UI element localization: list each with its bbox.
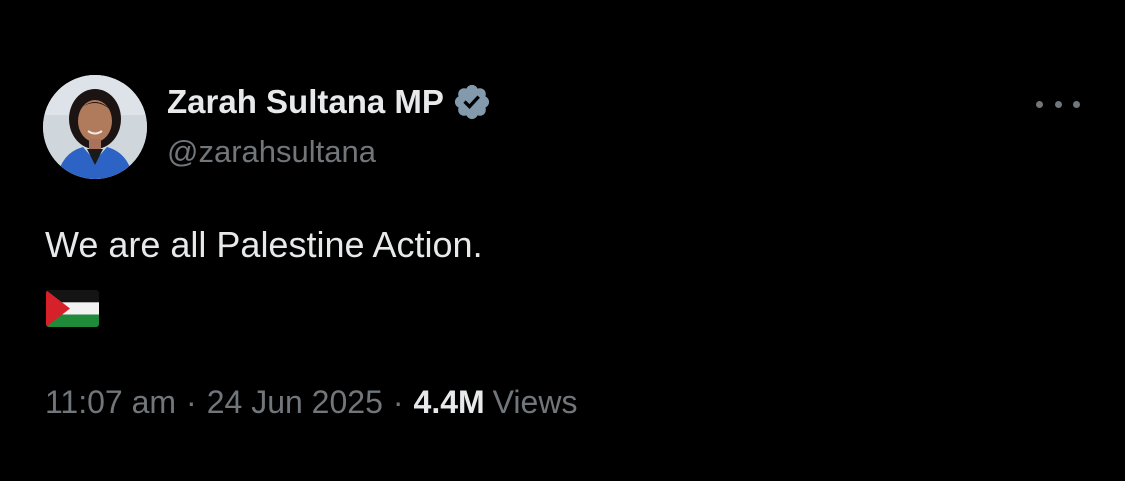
more-options-icon[interactable] (1036, 94, 1080, 114)
more-dot (1073, 100, 1080, 108)
author-name-row: Zarah Sultana MP (167, 80, 492, 124)
avatar-image (43, 75, 147, 179)
verified-badge-icon[interactable] (452, 82, 492, 122)
meta-separator: · (392, 384, 404, 420)
palestine-flag-icon (46, 290, 99, 327)
author-display-name[interactable]: Zarah Sultana MP (167, 83, 444, 121)
author-handle[interactable]: @zarahsultana (167, 134, 492, 170)
tweet-meta: 11:07 am · 24 Jun 2025 · 4.4M Views (45, 384, 577, 421)
tweet-text: We are all Palestine Action. (45, 224, 483, 265)
tweet-time[interactable]: 11:07 am (45, 384, 176, 421)
more-dot (1036, 100, 1043, 108)
author-info: Zarah Sultana MP @zarahsultana (167, 80, 492, 170)
views-count[interactable]: 4.4M (414, 384, 485, 421)
tweet-date[interactable]: 24 Jun 2025 (207, 384, 383, 421)
more-dot (1054, 100, 1062, 108)
views-label: Views (492, 384, 578, 420)
tweet-card: Zarah Sultana MP @zarahsultana We are al… (0, 0, 1125, 481)
meta-separator: · (186, 384, 197, 420)
avatar[interactable] (43, 75, 147, 179)
